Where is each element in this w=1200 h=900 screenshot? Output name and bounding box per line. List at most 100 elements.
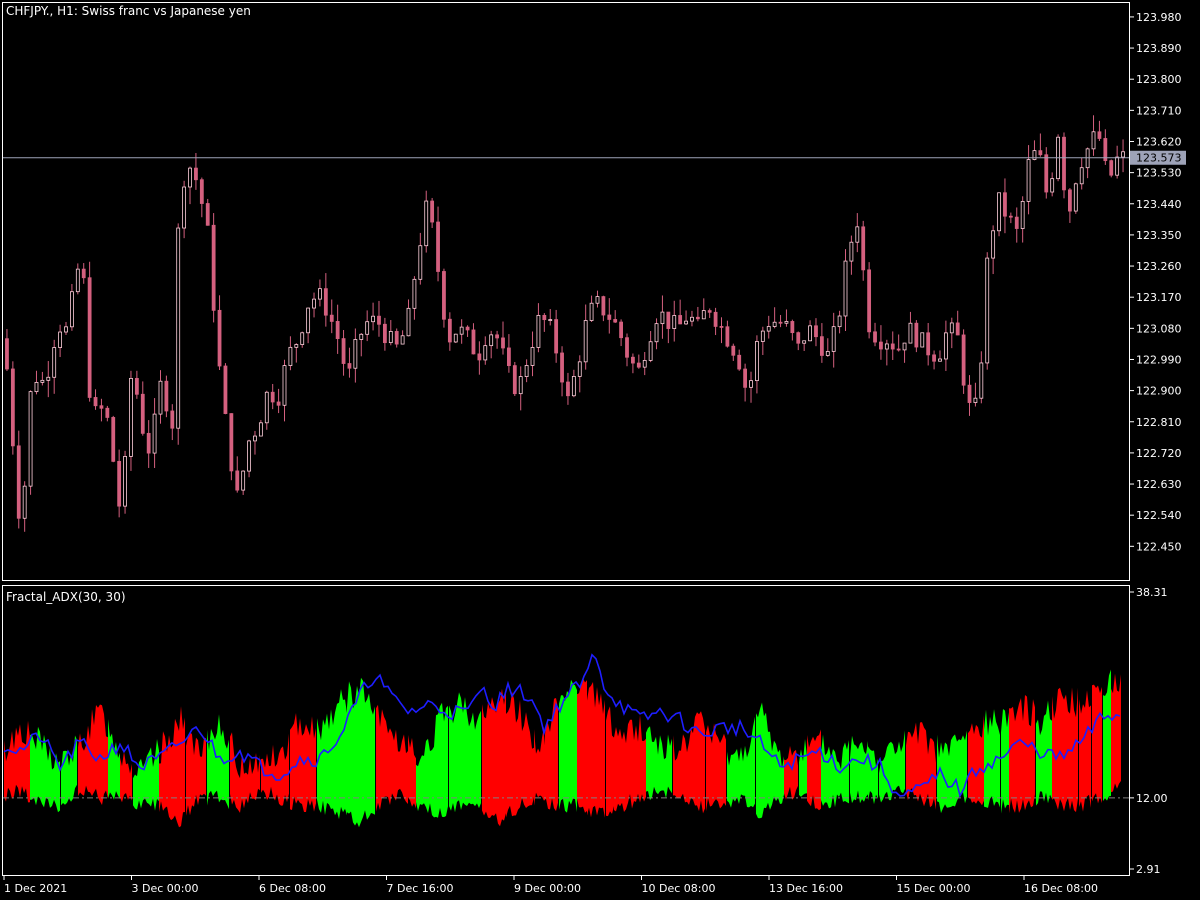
candle-body — [1050, 178, 1055, 193]
candle-body — [300, 332, 305, 345]
candle-body — [318, 288, 322, 300]
candle-body — [743, 368, 748, 388]
candle-body — [1073, 183, 1078, 212]
candle-body — [176, 227, 181, 429]
candle-body — [672, 315, 677, 329]
candle-body — [802, 340, 807, 344]
candle-body — [642, 360, 647, 368]
candle-body — [855, 226, 860, 243]
candle-body — [99, 405, 104, 409]
candle-body — [955, 322, 960, 336]
candle-body — [571, 376, 576, 397]
candle-body — [253, 435, 257, 442]
candle-body — [554, 319, 559, 354]
candle-body — [294, 344, 299, 348]
candle-body — [5, 338, 9, 370]
candle-body — [52, 347, 57, 378]
candle-body — [341, 338, 346, 364]
candle-body — [1109, 160, 1114, 176]
candle-body — [117, 460, 122, 507]
candle-body — [10, 368, 15, 447]
bid-price-label: 123.573 — [1136, 152, 1182, 165]
candle-body — [353, 339, 358, 369]
candle-body — [873, 331, 877, 343]
candle-body — [194, 167, 198, 181]
candle-body — [1026, 159, 1031, 202]
candle-body — [489, 334, 494, 347]
price-tick-label: 123.440 — [1136, 198, 1182, 211]
candle-body — [778, 321, 783, 324]
candle-body — [589, 302, 594, 321]
candle-body — [312, 298, 316, 309]
price-tick-label: 122.540 — [1136, 509, 1182, 522]
candle-body — [725, 326, 730, 347]
time-tick-label: 7 Dec 16:00 — [387, 882, 454, 895]
candle-body — [701, 310, 706, 320]
candle-body — [678, 315, 683, 325]
candle-body — [1008, 215, 1013, 218]
candle-body — [737, 354, 742, 370]
candle-body — [814, 325, 818, 338]
down-fill — [1092, 684, 1102, 804]
candle-body — [501, 337, 505, 349]
candle-body — [524, 365, 529, 377]
candle-body — [223, 365, 228, 414]
price-tick-label: 123.170 — [1136, 291, 1182, 304]
candle-body — [134, 377, 139, 395]
candle-body — [619, 321, 623, 339]
candle-body — [211, 224, 216, 311]
candle-body — [217, 309, 222, 367]
candle-body — [199, 179, 204, 204]
candle-body — [64, 326, 68, 333]
time-tick-label: 13 Dec 16:00 — [769, 882, 843, 895]
chart: 123.980 123.890 123.800 123.710 123.620 123.5… — [0, 0, 1200, 900]
candle-body — [1068, 189, 1072, 212]
price-tick-label: 123.350 — [1136, 229, 1182, 242]
candle-body — [1115, 156, 1120, 176]
candle-body — [424, 200, 429, 247]
candle-body — [932, 354, 936, 362]
candle-body — [406, 307, 411, 337]
candle-body — [1097, 131, 1102, 139]
candle-body — [896, 348, 901, 351]
candle-body — [991, 230, 996, 259]
candle-body — [442, 271, 446, 320]
candle-body — [1003, 192, 1007, 217]
price-tick-label: 123.080 — [1136, 322, 1182, 335]
candle-body — [87, 277, 92, 398]
indicator-tick-label: 2.91 — [1136, 863, 1161, 876]
candle-body — [377, 315, 381, 325]
candle-body — [973, 397, 978, 403]
candle-body — [961, 334, 966, 386]
candle-body — [447, 318, 452, 343]
candle-body — [879, 341, 883, 350]
price-tick-label: 123.260 — [1136, 260, 1182, 273]
candle-body — [1038, 150, 1043, 156]
candle-body — [560, 352, 564, 383]
candle-body — [152, 413, 157, 454]
candle-body — [654, 323, 659, 343]
candle-body — [477, 353, 482, 361]
candle-body — [926, 332, 931, 356]
price-tick-label: 122.900 — [1136, 385, 1182, 398]
candle-body — [394, 331, 399, 345]
candle-body — [837, 315, 842, 328]
candle-body — [867, 269, 872, 333]
price-tick-label: 122.450 — [1136, 540, 1182, 553]
candle-body — [861, 226, 866, 271]
candle-body — [258, 422, 263, 437]
time-tick-label: 15 Dec 00:00 — [897, 882, 971, 895]
candle-body — [371, 315, 375, 323]
price-tick-label: 123.710 — [1136, 104, 1182, 117]
candle-body — [182, 186, 187, 229]
candle-body — [282, 365, 287, 406]
candle-body — [583, 320, 588, 363]
candle-body — [329, 314, 334, 322]
candle-body — [666, 311, 671, 329]
candle-body — [849, 241, 854, 262]
candle-body — [483, 345, 488, 361]
candle-body — [34, 381, 39, 393]
candle-body — [684, 320, 688, 325]
candle-body — [506, 347, 511, 367]
candle-body — [205, 203, 210, 226]
